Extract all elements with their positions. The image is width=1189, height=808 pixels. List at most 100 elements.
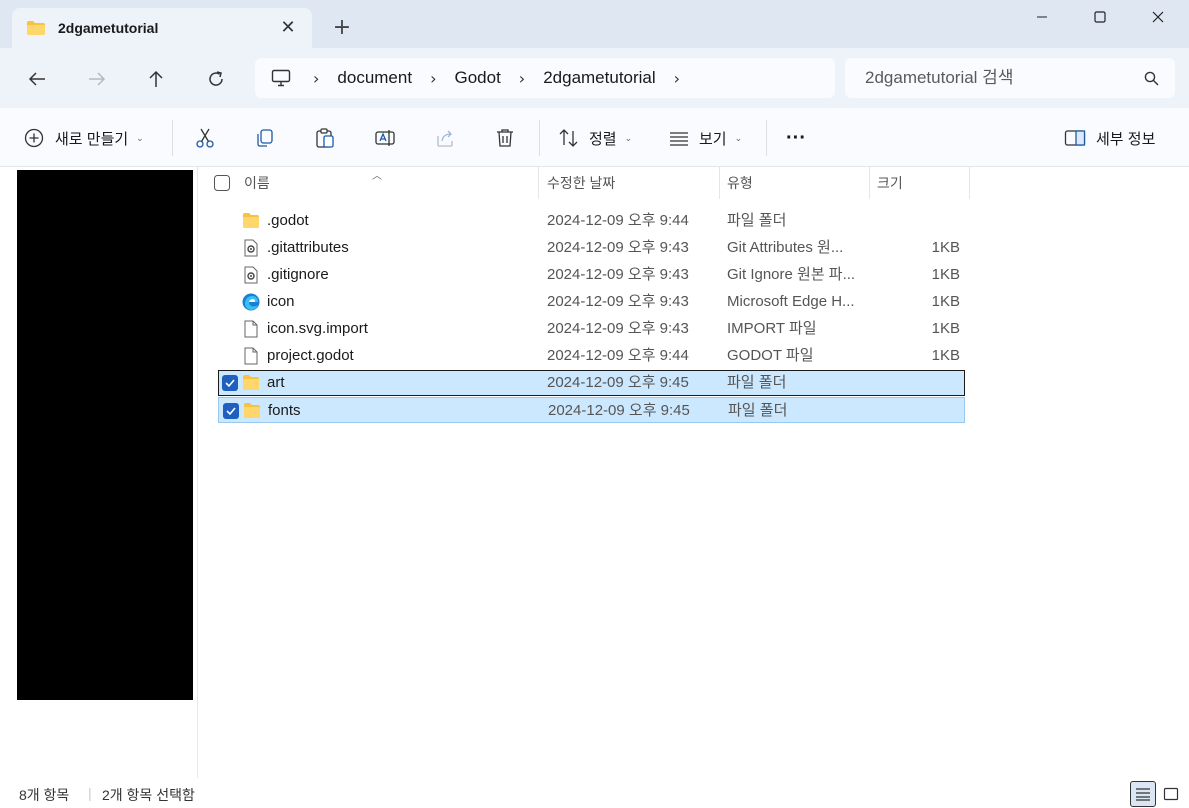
file-date: 2024-12-09 오후 9:43: [547, 239, 689, 256]
address-bar[interactable]: › document › Godot › 2dgametutorial ›: [255, 58, 835, 98]
chevron-right-icon[interactable]: ›: [313, 69, 319, 88]
file-row[interactable]: .gitattributes 2024-12-09 오후 9:43 Git Attr…: [218, 235, 965, 261]
breadcrumb-2dgametutorial[interactable]: 2dgametutorial: [543, 68, 655, 88]
maximize-button[interactable]: [1071, 0, 1129, 34]
copy-button[interactable]: [254, 122, 276, 154]
navigation-bar: › document › Godot › 2dgametutorial ›: [0, 48, 1189, 108]
file-row[interactable]: project.godot 2024-12-09 오후 9:44 GODOT 파일 1…: [218, 343, 965, 369]
chevron-down-icon: ⌄: [136, 132, 144, 143]
sort-button[interactable]: 정렬 ⌄: [558, 122, 632, 154]
this-pc-icon[interactable]: [271, 69, 291, 87]
item-count: 8개 항목: [19, 787, 70, 803]
details-view-icon: [1136, 788, 1150, 801]
column-header-name[interactable]: 이름: [244, 167, 270, 199]
column-header-date[interactable]: 수정한 날짜: [547, 167, 615, 199]
settings-file-icon: [244, 239, 258, 257]
file-name: fonts: [268, 402, 301, 419]
file-name: project.godot: [267, 347, 354, 364]
close-window-button[interactable]: [1129, 0, 1187, 34]
edge-icon: [242, 293, 260, 311]
column-header-size[interactable]: 크기: [877, 167, 903, 199]
column-divider[interactable]: [969, 167, 970, 199]
new-tab-button[interactable]: +: [330, 16, 354, 40]
folder-icon: [243, 213, 259, 228]
trash-icon: [497, 129, 513, 147]
sort-arrow-icon: ︿: [372, 171, 382, 182]
copy-icon: [257, 129, 273, 147]
file-row[interactable]: icon.svg.import 2024-12-09 오후 9:43 IMPORT …: [218, 316, 965, 342]
file-icon: [244, 320, 258, 338]
file-name: icon.svg.import: [267, 320, 368, 337]
file-row[interactable]: fonts 2024-12-09 오후 9:45 파일 폴더: [218, 397, 965, 423]
column-divider[interactable]: [869, 167, 870, 199]
file-date: 2024-12-09 오후 9:43: [547, 293, 689, 310]
file-name: icon: [267, 293, 295, 310]
scissors-icon: [196, 128, 214, 148]
breadcrumb-godot[interactable]: Godot: [454, 68, 500, 88]
file-size: 1KB: [931, 293, 960, 310]
arrow-left-icon: [28, 72, 45, 86]
divider: [539, 120, 540, 156]
tiles-view-toggle[interactable]: [1158, 781, 1184, 807]
file-list[interactable]: 이름 ︿ 수정한 날짜 유형 크기 .godot 2024-12-09 오후 9:…: [198, 167, 1189, 778]
minimize-button[interactable]: [1013, 0, 1071, 34]
paste-button[interactable]: [314, 122, 336, 154]
file-type: IMPORT 파일: [727, 320, 817, 337]
breadcrumb-document[interactable]: document: [337, 68, 412, 88]
rename-icon: [375, 130, 395, 146]
chevron-right-icon[interactable]: ›: [519, 69, 525, 88]
select-all-checkbox[interactable]: [214, 167, 230, 199]
file-row[interactable]: icon 2024-12-09 오후 9:43 Microsoft Edge H..…: [218, 289, 965, 315]
delete-button[interactable]: [494, 122, 516, 154]
back-button[interactable]: [24, 66, 50, 92]
details-label: 세부 정보: [1096, 130, 1156, 148]
search-icon[interactable]: [1144, 71, 1159, 86]
divider: [172, 120, 173, 156]
file-type: 파일 폴더: [728, 402, 788, 419]
new-button[interactable]: 새로 만들기 ⌄: [24, 122, 144, 154]
details-button[interactable]: 세부 정보: [1064, 122, 1155, 154]
row-checkbox[interactable]: [222, 375, 238, 391]
navigation-pane[interactable]: [0, 167, 198, 778]
forward-button[interactable]: [84, 66, 110, 92]
up-button[interactable]: [143, 66, 169, 92]
maximize-icon: [1094, 11, 1106, 23]
file-row[interactable]: art 2024-12-09 오후 9:45 파일 폴더: [218, 370, 965, 396]
file-icon: [244, 347, 258, 365]
chevron-right-icon[interactable]: ›: [430, 69, 436, 88]
file-name: .gitattributes: [267, 239, 349, 256]
chevron-right-icon[interactable]: ›: [674, 69, 680, 88]
row-checkbox[interactable]: [223, 403, 239, 419]
view-label: 보기: [699, 130, 727, 148]
file-size: [878, 208, 960, 234]
plus-circle-icon: [24, 128, 44, 148]
more-options-button[interactable]: ···: [786, 122, 806, 154]
search-input[interactable]: [865, 68, 1125, 88]
file-row[interactable]: .godot 2024-12-09 오후 9:44 파일 폴더: [218, 208, 965, 234]
share-button[interactable]: [434, 122, 456, 154]
settings-file-icon: [244, 266, 258, 284]
file-row[interactable]: .gitignore 2024-12-09 오후 9:43 Git Ignore 원…: [218, 262, 965, 288]
column-divider[interactable]: [719, 167, 720, 199]
column-header-type[interactable]: 유형: [727, 167, 753, 199]
tiles-view-icon: [1163, 787, 1179, 801]
list-view-icon: [670, 132, 688, 146]
rename-button[interactable]: [374, 122, 396, 154]
column-divider[interactable]: [538, 167, 539, 199]
file-type: 파일 폴더: [727, 374, 787, 391]
details-view-toggle[interactable]: [1130, 781, 1156, 807]
cut-button[interactable]: [194, 122, 216, 154]
file-name: art: [267, 374, 285, 391]
redacted-area: [17, 170, 193, 700]
folder-icon: [244, 403, 260, 418]
checkmark-icon: [225, 379, 235, 388]
details-pane-icon: [1064, 130, 1086, 146]
folder-icon: [243, 375, 259, 390]
tab-2dgametutorial[interactable]: 2dgametutorial ✕: [12, 8, 312, 48]
refresh-button[interactable]: [203, 66, 229, 92]
file-size: 1KB: [931, 347, 960, 364]
arrow-right-icon: [89, 72, 106, 86]
search-box[interactable]: [845, 58, 1175, 98]
view-button[interactable]: 보기 ⌄: [668, 122, 742, 154]
close-tab-icon[interactable]: ✕: [278, 18, 298, 38]
